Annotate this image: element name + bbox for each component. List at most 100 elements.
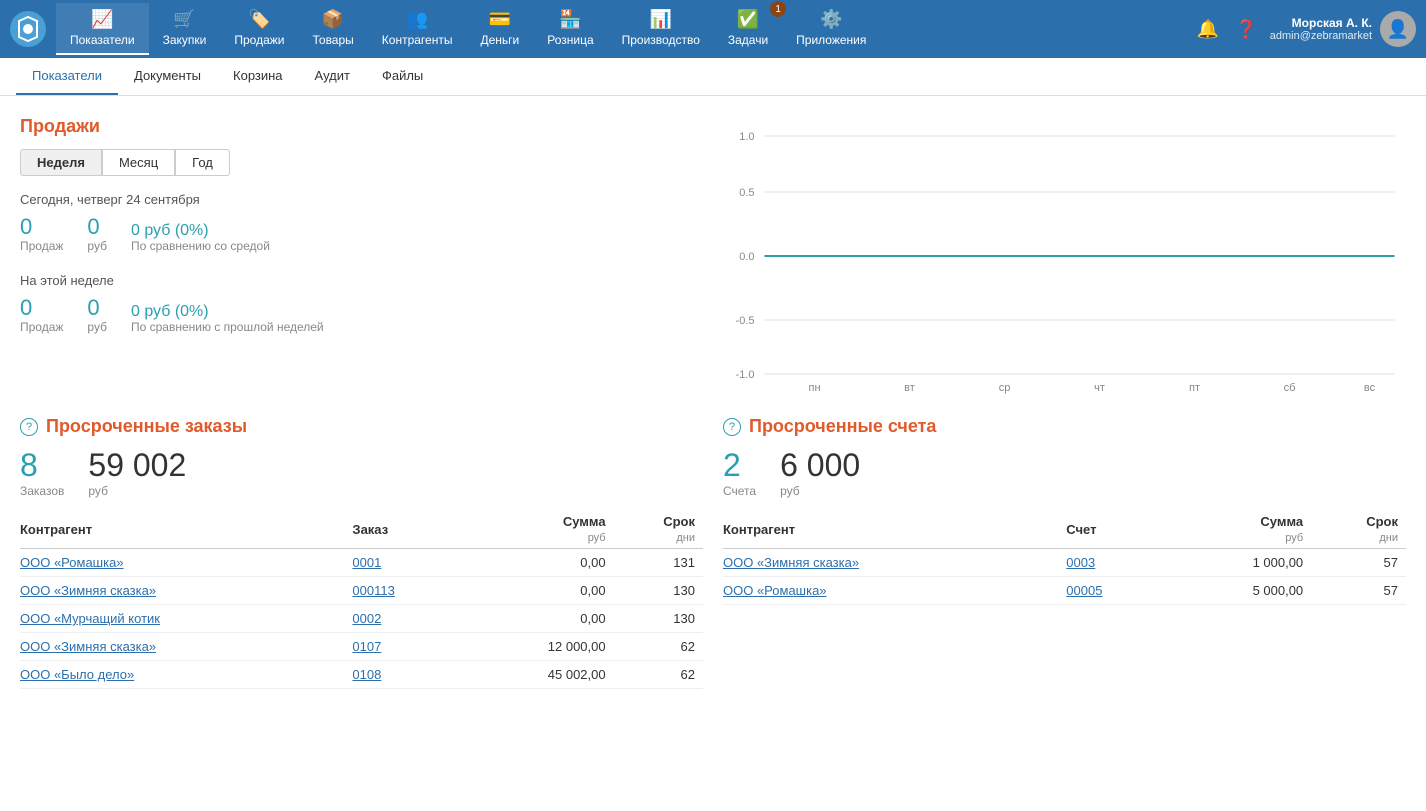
order-sum: 0,00 — [466, 605, 614, 633]
invoice-link[interactable]: 00005 — [1066, 583, 1102, 598]
overdue-invoices-help-icon[interactable]: ? — [723, 418, 741, 436]
nav-icon-zakupki: 🛒 — [173, 9, 195, 30]
subnav-faily[interactable]: Файлы — [366, 58, 439, 95]
main-content: Продажи Неделя Месяц Год Сегодня, четвер… — [0, 96, 1426, 416]
order-number: 0107 — [352, 633, 465, 661]
nav-icon-pokazateli: 📈 — [91, 9, 113, 30]
svg-text:вс: вс — [1364, 382, 1376, 394]
bottom-content: ? Просроченные заказы 8 Заказов 59 002 р… — [0, 416, 1426, 709]
order-number: 000113 — [352, 577, 465, 605]
table-row: ООО «Ромашка» 00005 5 000,00 57 — [723, 577, 1406, 605]
counterparty-link[interactable]: ООО «Зимняя сказка» — [20, 639, 156, 654]
week-label: На этой неделе — [20, 273, 703, 288]
overdue-orders-help-icon[interactable]: ? — [20, 418, 38, 436]
inv-counterparty-link[interactable]: ООО «Зимняя сказка» — [723, 555, 859, 570]
chart-panel: 1.0 0.5 0.0 -0.5 -1.0 пн вт ср чт пт сб … — [723, 116, 1406, 396]
order-days: 130 — [614, 577, 703, 605]
user-avatar[interactable]: 👤 — [1380, 11, 1416, 47]
counterparty-link[interactable]: ООО «Мурчащий котик — [20, 611, 160, 626]
overdue-orders-table-container: Контрагент Заказ Суммаруб Срокдни ООО «Р… — [20, 510, 703, 689]
week-sum: 0 руб — [87, 296, 107, 334]
invoice-days: 57 — [1311, 549, 1406, 577]
svg-text:0.0: 0.0 — [739, 251, 754, 263]
order-link[interactable]: 000113 — [352, 583, 394, 598]
notifications-button[interactable]: 🔔 — [1193, 15, 1223, 44]
overdue-invoices-body: ООО «Зимняя сказка» 0003 1 000,00 57 ООО… — [723, 549, 1406, 605]
nav-item-dengi[interactable]: 💳 Деньги — [466, 3, 533, 55]
period-month-button[interactable]: Месяц — [102, 149, 175, 176]
svg-text:сб: сб — [1284, 382, 1296, 394]
overdue-orders-table: Контрагент Заказ Суммаруб Срокдни ООО «Р… — [20, 510, 703, 689]
invoices-count-block: 2 Счета — [723, 447, 756, 498]
order-sum: 12 000,00 — [466, 633, 614, 661]
table-row: ООО «Было дело» 0108 45 002,00 62 — [20, 661, 703, 689]
nav-icon-zadachi: ✅ — [737, 9, 759, 30]
svg-text:вт: вт — [904, 382, 915, 394]
table-row: ООО «Зимняя сказка» 000113 0,00 130 — [20, 577, 703, 605]
logo[interactable] — [10, 11, 46, 47]
subnav-korzina[interactable]: Корзина — [217, 58, 299, 95]
subnav-dokumenty[interactable]: Документы — [118, 58, 217, 95]
counterparty-link[interactable]: ООО «Ромашка» — [20, 555, 124, 570]
nav-item-kontragenty[interactable]: 👥 Контрагенты — [368, 3, 467, 55]
invoices-count-label: Счета — [723, 484, 756, 498]
nav-item-roznitsa[interactable]: 🏪 Розница — [533, 3, 607, 55]
nav-item-tovary[interactable]: 📦 Товары — [299, 3, 368, 55]
week-compare: 0 руб (0%) По сравнению с прошлой неделе… — [131, 303, 324, 335]
overdue-orders-title: Просроченные заказы — [46, 416, 247, 437]
orders-sum-block: 59 002 руб — [88, 447, 186, 498]
nav-item-proizvodstvo[interactable]: 📊 Производство — [608, 3, 714, 55]
overdue-invoices-title: Просроченные счета — [749, 416, 936, 437]
svg-text:ср: ср — [999, 382, 1011, 394]
invoice-counterparty: ООО «Ромашка» — [723, 577, 1066, 605]
top-nav-right: 🔔 ❓ Морская А. К. admin@zebramarket 👤 — [1193, 11, 1416, 47]
period-year-button[interactable]: Год — [175, 149, 230, 176]
overdue-orders-panel: ? Просроченные заказы 8 Заказов 59 002 р… — [20, 416, 703, 689]
today-count: 0 Продаж — [20, 215, 63, 253]
order-counterparty: ООО «Мурчащий котик — [20, 605, 352, 633]
help-button[interactable]: ❓ — [1231, 15, 1261, 44]
counterparty-link[interactable]: ООО «Было дело» — [20, 667, 134, 682]
user-name: Морская А. К. — [1292, 16, 1372, 30]
order-number: 0001 — [352, 549, 465, 577]
order-link[interactable]: 0108 — [352, 667, 381, 682]
order-link[interactable]: 0107 — [352, 639, 381, 654]
week-section: На этой неделе 0 Продаж 0 руб 0 руб (0%)… — [20, 273, 703, 334]
nav-item-pokazateli[interactable]: 📈 Показатели — [56, 3, 149, 55]
sales-panel: Продажи Неделя Месяц Год Сегодня, четвер… — [20, 116, 703, 396]
today-compare-label: По сравнению со средой — [131, 239, 270, 253]
table-row: ООО «Мурчащий котик 0002 0,00 130 — [20, 605, 703, 633]
user-email: admin@zebramarket — [1270, 30, 1372, 42]
week-sum-value: 0 — [87, 296, 99, 320]
invoices-sum-label: руб — [780, 484, 860, 498]
overdue-invoices-table: Контрагент Счет Суммаруб Срокдни ООО «Зи… — [723, 510, 1406, 605]
overdue-invoices-panel: ? Просроченные счета 2 Счета 6 000 руб К… — [723, 416, 1406, 689]
table-row: ООО «Зимняя сказка» 0107 12 000,00 62 — [20, 633, 703, 661]
subnav-audit[interactable]: Аудит — [299, 58, 366, 95]
order-link[interactable]: 0001 — [352, 555, 381, 570]
subnav-pokazateli[interactable]: Показатели — [16, 58, 118, 95]
table-row: ООО «Ромашка» 0001 0,00 131 — [20, 549, 703, 577]
order-link[interactable]: 0002 — [352, 611, 381, 626]
nav-item-prodazhi[interactable]: 🏷️ Продажи — [220, 3, 298, 55]
order-counterparty: ООО «Было дело» — [20, 661, 352, 689]
today-sum-label: руб — [87, 239, 107, 253]
period-buttons: Неделя Месяц Год — [20, 149, 703, 176]
today-count-value: 0 — [20, 215, 32, 239]
invoice-number: 0003 — [1066, 549, 1171, 577]
nav-icon-proizvodstvo: 📊 — [650, 9, 672, 30]
order-sum: 0,00 — [466, 577, 614, 605]
inv-counterparty-link[interactable]: ООО «Ромашка» — [723, 583, 827, 598]
invoice-link[interactable]: 0003 — [1066, 555, 1095, 570]
invoice-counterparty: ООО «Зимняя сказка» — [723, 549, 1066, 577]
nav-item-prilojeniya[interactable]: ⚙️ Приложения — [782, 3, 880, 55]
week-count: 0 Продаж — [20, 296, 63, 334]
nav-item-zadachi[interactable]: ✅ Задачи 1 — [714, 3, 782, 55]
order-counterparty: ООО «Зимняя сказка» — [20, 633, 352, 661]
counterparty-link[interactable]: ООО «Зимняя сказка» — [20, 583, 156, 598]
order-number: 0002 — [352, 605, 465, 633]
period-week-button[interactable]: Неделя — [20, 149, 102, 176]
nav-icon-dengi: 💳 — [489, 9, 511, 30]
nav-item-zakupki[interactable]: 🛒 Закупки — [149, 3, 221, 55]
overdue-orders-body: ООО «Ромашка» 0001 0,00 131 ООО «Зимняя … — [20, 549, 703, 689]
